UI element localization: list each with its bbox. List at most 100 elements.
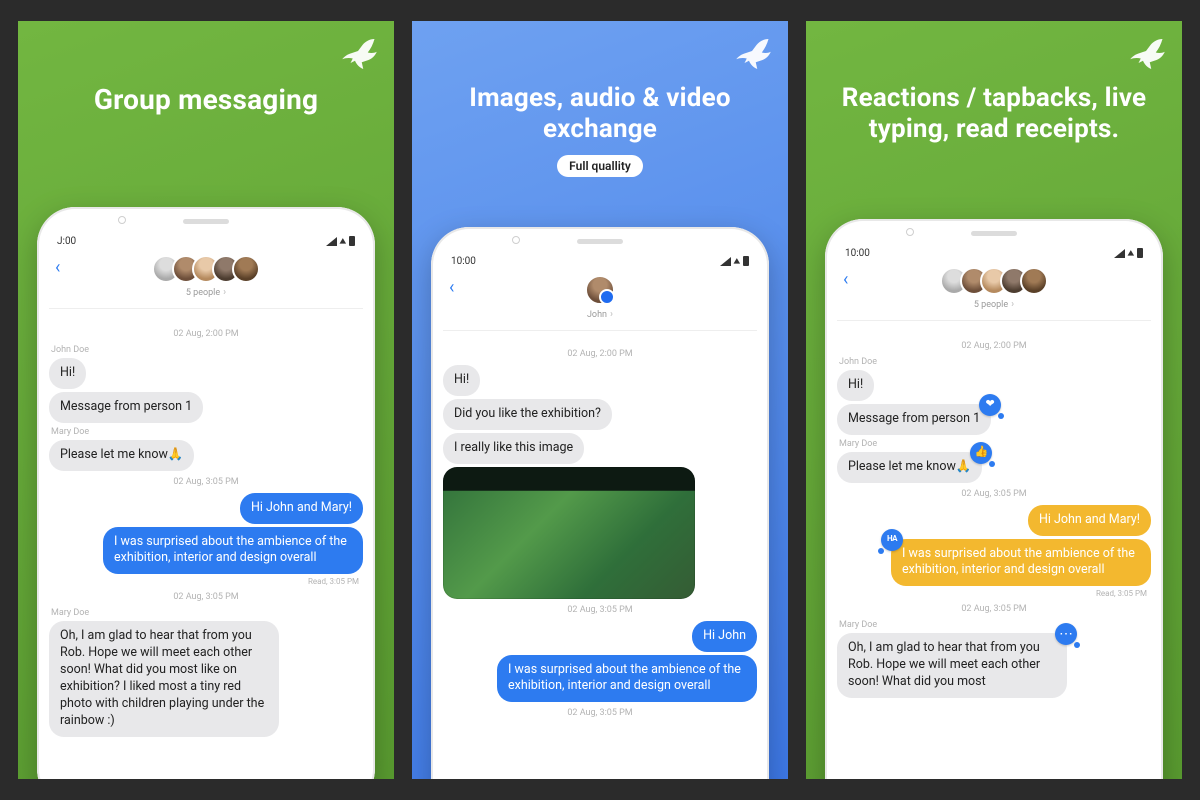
message-bubble[interactable]: Oh, I am glad to hear that from you Rob.… — [49, 621, 279, 736]
battery-icon — [349, 236, 355, 246]
message-bubble[interactable]: Message from person 1 — [49, 392, 203, 423]
sender-label: Mary Doe — [51, 608, 361, 618]
chat-subtitle[interactable]: John — [587, 309, 613, 320]
group-avatars[interactable] — [940, 267, 1048, 295]
message-bubble[interactable]: Oh, I am glad to hear that from you Rob.… — [837, 633, 1067, 698]
message-text: Please let me know🙏 — [848, 459, 971, 474]
sender-label: Mary Doe — [51, 427, 361, 437]
reaction-haha-icon[interactable] — [881, 529, 903, 551]
cellular-icon — [326, 237, 337, 246]
chat-header: ‹ 5 people — [837, 267, 1151, 321]
message-bubble[interactable]: I was surprised about the ambience of th… — [103, 527, 363, 575]
cellular-icon — [1114, 249, 1125, 258]
phone-mock: 10:00 ‹ 5 peop — [825, 219, 1163, 779]
date-stamp: 02 Aug, 3:05 PM — [443, 605, 757, 615]
chat-subtitle[interactable]: 5 people — [186, 287, 226, 298]
message-bubble[interactable]: Hi John — [692, 621, 757, 652]
contact-avatar[interactable] — [585, 275, 615, 305]
image-message[interactable] — [443, 467, 695, 599]
message-bubble[interactable]: Message from person 1 — [837, 404, 991, 435]
sender-label: John Doe — [51, 345, 361, 355]
chat-subtitle[interactable]: 5 people — [974, 299, 1014, 310]
date-stamp: 02 Aug, 3:05 PM — [49, 477, 363, 487]
panel-headline: Reactions / tapbacks, live typing, read … — [806, 83, 1182, 145]
sender-label: John Doe — [839, 357, 1149, 367]
hummingbird-icon — [334, 33, 382, 81]
panel-reactions: Reactions / tapbacks, live typing, read … — [806, 21, 1182, 779]
chat-header: ‹ 5 people — [49, 255, 363, 309]
wifi-icon — [1128, 247, 1134, 260]
panel-headline: Images, audio & video exchange — [412, 83, 788, 145]
status-icons — [720, 255, 749, 268]
quality-pill: Full quallity — [557, 155, 643, 177]
panel-headline: Group messaging — [76, 83, 336, 117]
chat-body[interactable]: 02 Aug, 2:00 PM John Doe Hi! Message fro… — [49, 323, 363, 779]
status-time: J:00 — [57, 236, 76, 247]
message-bubble[interactable]: I was surprised about the ambience of th… — [497, 655, 757, 703]
message-bubble[interactable]: Hi John and Mary! — [1028, 505, 1151, 536]
reaction-typing-icon[interactable] — [1055, 623, 1077, 645]
avatar — [232, 255, 260, 283]
avatar — [1020, 267, 1048, 295]
chat-body[interactable]: 02 Aug, 2:00 PM John Doe Hi! Message fro… — [837, 335, 1151, 779]
read-receipt: Read, 3:05 PM — [53, 577, 359, 586]
message-bubble[interactable]: Hi! — [443, 365, 480, 396]
message-bubble[interactable]: Hi! — [49, 358, 86, 389]
cellular-icon — [720, 257, 731, 266]
message-bubble[interactable]: Hi John and Mary! — [240, 493, 363, 524]
app-store-screenshots: Group messaging J:00 ‹ — [0, 0, 1200, 800]
date-stamp: 02 Aug, 3:05 PM — [837, 604, 1151, 614]
back-button[interactable]: ‹ — [449, 279, 454, 297]
wifi-icon — [340, 235, 346, 248]
sender-label: Mary Doe — [839, 439, 1149, 449]
back-button[interactable]: ‹ — [55, 259, 60, 277]
message-bubble[interactable]: Please let me know🙏 — [49, 440, 194, 471]
message-bubble[interactable]: Hi! — [837, 370, 874, 401]
date-stamp: 02 Aug, 2:00 PM — [49, 329, 363, 339]
message-bubble[interactable]: I was surprised about the ambience of th… — [891, 539, 1151, 587]
sender-label: Mary Doe — [839, 620, 1149, 630]
back-button[interactable]: ‹ — [843, 271, 848, 289]
hummingbird-icon — [1122, 33, 1170, 81]
reaction-heart-icon[interactable] — [979, 394, 1001, 416]
date-stamp: 02 Aug, 2:00 PM — [443, 349, 757, 359]
status-bar: 10:00 — [451, 253, 749, 269]
wifi-icon — [734, 255, 740, 268]
divider — [443, 330, 757, 331]
message-bubble[interactable]: Please let me know🙏 — [837, 452, 982, 483]
phone-speaker — [577, 239, 623, 244]
phone-speaker — [971, 231, 1017, 236]
status-bar: 10:00 — [845, 245, 1143, 261]
battery-icon — [1137, 248, 1143, 258]
panels-row: Group messaging J:00 ‹ — [6, 9, 1194, 791]
date-stamp: 02 Aug, 3:05 PM — [443, 708, 757, 718]
divider — [837, 320, 1151, 321]
phone-mock: J:00 ‹ 5 peopl — [37, 207, 375, 779]
panel-media-exchange: Images, audio & video exchange Full qual… — [412, 21, 788, 779]
message-text: Message from person 1 — [848, 411, 980, 426]
status-icons — [1114, 247, 1143, 260]
date-stamp: 02 Aug, 3:05 PM — [49, 592, 363, 602]
message-bubble[interactable]: Did you like the exhibition? — [443, 399, 612, 430]
message-text: I was surprised about the ambience of th… — [902, 546, 1135, 578]
avatar — [585, 275, 615, 305]
divider — [49, 308, 363, 309]
status-bar: J:00 — [57, 233, 355, 249]
message-bubble[interactable]: I really like this image — [443, 433, 584, 464]
group-avatars[interactable] — [152, 255, 260, 283]
chat-header: ‹ John — [443, 275, 757, 331]
battery-icon — [743, 256, 749, 266]
panel-group-messaging: Group messaging J:00 ‹ — [18, 21, 394, 779]
date-stamp: 02 Aug, 3:05 PM — [837, 489, 1151, 499]
phone-camera — [118, 216, 126, 224]
hummingbird-icon — [728, 33, 776, 81]
read-receipt: Read, 3:05 PM — [841, 589, 1147, 598]
status-time: 10:00 — [451, 256, 476, 267]
status-icons — [326, 235, 355, 248]
chat-body[interactable]: 02 Aug, 2:00 PM Hi! Did you like the exh… — [443, 343, 757, 779]
phone-speaker — [183, 219, 229, 224]
date-stamp: 02 Aug, 2:00 PM — [837, 341, 1151, 351]
phone-camera — [906, 228, 914, 236]
message-text: Oh, I am glad to hear that from you Rob.… — [848, 640, 1040, 689]
reaction-thumb-icon[interactable] — [970, 442, 992, 464]
